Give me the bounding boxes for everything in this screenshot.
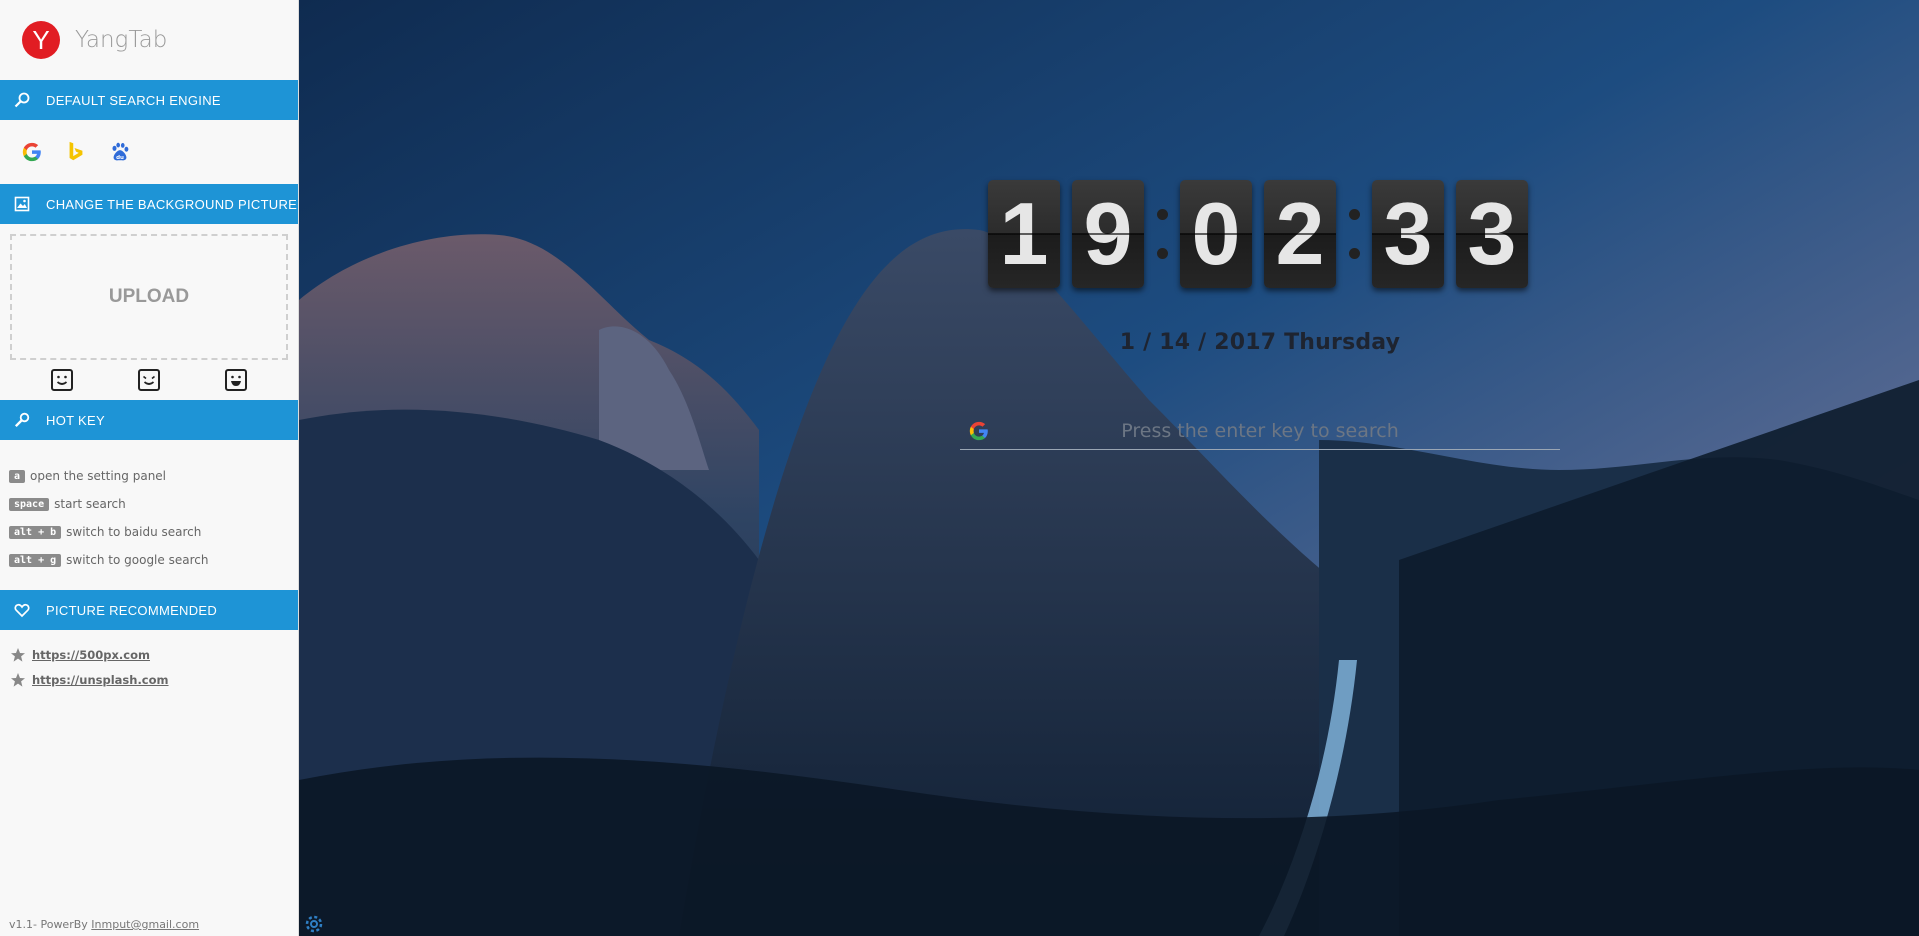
date-display: 1 / 14 / 2017 Thursday xyxy=(1119,330,1401,355)
heart-icon xyxy=(12,600,32,620)
hotkey-desc: open the setting panel xyxy=(30,469,167,483)
smile-icon[interactable] xyxy=(50,368,74,392)
svg-text:du: du xyxy=(116,155,124,161)
hotkey-list: a open the setting panel space start searc… xyxy=(0,440,298,574)
sleepy-face-icon[interactable] xyxy=(137,368,161,392)
google-icon[interactable] xyxy=(968,420,990,442)
clock-digit: 3 xyxy=(1456,180,1528,288)
upload-dropzone[interactable]: UPLOAD xyxy=(10,234,288,360)
clock-separator xyxy=(1156,180,1168,288)
flip-clock: 1 9 0 2 3 3 xyxy=(988,178,1540,290)
hotkey-desc: start search xyxy=(54,497,126,511)
search-input[interactable] xyxy=(990,419,1530,443)
hotkey-desc: switch to google search xyxy=(66,553,209,567)
brand-name: YangTab xyxy=(75,27,168,53)
section-title: PICTURE RECOMMENDED xyxy=(46,602,218,618)
hotkey-key: space xyxy=(9,497,50,511)
baidu-icon[interactable]: du xyxy=(106,138,134,166)
background-picture xyxy=(299,0,1919,936)
clock-digit: 9 xyxy=(1072,180,1144,288)
background-options xyxy=(0,360,298,400)
clock-digit: 3 xyxy=(1372,180,1444,288)
gear-icon[interactable] xyxy=(302,912,326,936)
section-header-background: CHANGE THE BACKGROUND PICTURE xyxy=(0,184,298,224)
recommended-list: https://500px.com https://unsplash.com xyxy=(0,630,298,692)
footer: v1.1- PowerBy Inmput@gmail.com xyxy=(9,918,199,931)
hotkey-desc: switch to baidu search xyxy=(66,525,202,539)
link-500px[interactable]: https://500px.com xyxy=(32,648,150,662)
star-icon xyxy=(11,647,25,662)
clock-digit: 0 xyxy=(1180,180,1252,288)
section-header-recommended: PICTURE RECOMMENDED xyxy=(0,590,298,630)
section-title: DEFAULT SEARCH ENGINE xyxy=(46,92,221,108)
section-header-search-engine: DEFAULT SEARCH ENGINE xyxy=(0,80,298,120)
google-icon[interactable] xyxy=(18,138,46,166)
list-item: https://500px.com xyxy=(10,642,298,667)
hotkey-item: a open the setting panel xyxy=(9,462,298,490)
list-item: https://unsplash.com xyxy=(10,667,298,692)
brand: Y YangTab xyxy=(0,0,298,80)
bing-icon[interactable] xyxy=(62,138,90,166)
section-title: CHANGE THE BACKGROUND PICTURE xyxy=(46,196,298,212)
search-engine-list: du xyxy=(0,120,298,184)
hotkey-item: space start search xyxy=(9,490,298,518)
search-icon xyxy=(12,90,32,110)
clock-digit: 1 xyxy=(988,180,1060,288)
hotkey-key: a xyxy=(9,469,26,483)
hotkey-item: alt + b switch to baidu search xyxy=(9,518,298,546)
settings-panel: Y YangTab DEFAULT SEARCH ENGINE du CHANG… xyxy=(0,0,299,936)
laugh-face-icon[interactable] xyxy=(224,368,248,392)
version-text: v1.1- PowerBy xyxy=(9,918,88,931)
yangtab-logo: Y xyxy=(22,21,60,59)
image-icon xyxy=(12,194,32,214)
hotkey-item: alt + g switch to google search xyxy=(9,546,298,574)
link-unsplash[interactable]: https://unsplash.com xyxy=(32,673,169,687)
wrench-icon xyxy=(12,410,32,430)
hotkey-key: alt + b xyxy=(9,525,62,539)
search-bar xyxy=(960,413,1560,450)
star-icon xyxy=(11,672,25,687)
clock-digit: 2 xyxy=(1264,180,1336,288)
section-title: HOT KEY xyxy=(46,412,105,428)
section-header-hotkey: HOT KEY xyxy=(0,400,298,440)
clock-separator xyxy=(1348,180,1360,288)
author-email-link[interactable]: Inmput@gmail.com xyxy=(91,918,199,931)
hotkey-key: alt + g xyxy=(9,553,62,567)
